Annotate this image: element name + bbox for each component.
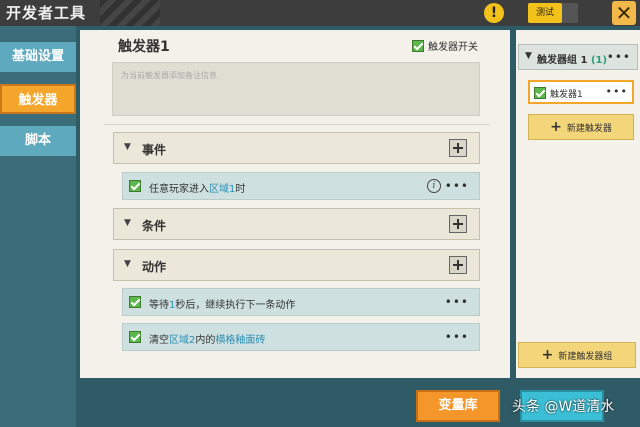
event-item[interactable]: 任意玩家进入区域1时 i ••• xyxy=(122,172,480,200)
warning-icon[interactable]: ! xyxy=(484,3,504,23)
plus-icon: + xyxy=(550,119,562,135)
app-title: 开发者工具 xyxy=(6,4,87,22)
watermark: 头条 @W道清水 xyxy=(512,399,615,415)
new-trigger-group-button[interactable]: + 新建触发器组 xyxy=(518,342,636,368)
test-toggle-label: 测试 xyxy=(528,3,562,23)
trigger-group-label: 触发器组 1 (1) xyxy=(537,55,608,66)
trigger-list-item[interactable]: 触发器1 ••• xyxy=(528,80,634,104)
more-options-icon[interactable]: ••• xyxy=(445,330,469,344)
trigger-group[interactable]: ▼ 触发器组 1 (1) ••• xyxy=(518,44,638,70)
tab-basic-settings[interactable]: 基础设置 xyxy=(0,42,76,72)
add-action-button[interactable] xyxy=(449,256,467,274)
test-toggle[interactable]: 测试 xyxy=(528,3,578,23)
note-placeholder: 为当前触发器添加备注信息 xyxy=(121,71,217,80)
more-options-icon[interactable]: ••• xyxy=(606,85,628,98)
section-actions[interactable]: ▼ 动作 xyxy=(113,249,480,281)
event-region-link[interactable]: 区域1 xyxy=(209,184,235,195)
more-options-icon[interactable]: ••• xyxy=(445,179,469,193)
action-item[interactable]: 清空区域2内的横格釉面砖 ••• xyxy=(122,323,480,351)
event-item-checkbox[interactable] xyxy=(129,180,141,192)
new-trigger-button[interactable]: + 新建触发器 xyxy=(528,114,634,140)
trigger-list-label: 触发器1 xyxy=(550,90,583,100)
trigger-switch-label: 触发器开关 xyxy=(428,42,478,53)
action-item-text: 清空区域2内的横格釉面砖 xyxy=(149,335,266,346)
section-label: 动作 xyxy=(142,260,167,274)
more-options-icon[interactable]: ••• xyxy=(445,295,469,309)
collapse-arrow-icon[interactable]: ▼ xyxy=(124,142,131,152)
action-item-text: 等待1秒后，继续执行下一条动作 xyxy=(149,300,296,311)
add-event-button[interactable] xyxy=(449,139,467,157)
action-item[interactable]: 等待1秒后，继续执行下一条动作 ••• xyxy=(122,288,480,316)
plus-icon: + xyxy=(541,347,554,363)
tab-script[interactable]: 脚本 xyxy=(0,126,76,156)
more-options-icon[interactable]: ••• xyxy=(607,50,631,64)
trigger-switch-checkbox[interactable] xyxy=(412,39,424,52)
new-trigger-label: 新建触发器 xyxy=(566,123,612,134)
divider xyxy=(104,124,490,125)
collapse-arrow-icon[interactable]: ▼ xyxy=(124,218,131,228)
section-conditions[interactable]: ▼ 条件 xyxy=(113,208,480,240)
tab-triggers[interactable]: 触发器 xyxy=(0,84,76,114)
add-condition-button[interactable] xyxy=(449,215,467,233)
collapse-arrow-icon[interactable]: ▼ xyxy=(124,259,131,269)
chevron-down-icon[interactable]: ▼ xyxy=(525,51,532,61)
close-icon[interactable]: ✕ xyxy=(612,1,636,25)
event-item-text: 任意玩家进入区域1时 xyxy=(149,184,246,195)
info-icon[interactable]: i xyxy=(427,179,441,193)
action-block-link[interactable]: 横格釉面砖 xyxy=(215,335,265,346)
action-param-link[interactable]: 区域2 xyxy=(169,335,195,346)
action-item-checkbox[interactable] xyxy=(129,331,141,343)
section-events[interactable]: ▼ 事件 xyxy=(113,132,480,164)
trigger-switch[interactable]: 触发器开关 xyxy=(412,38,478,53)
trigger-title: 触发器1 xyxy=(118,39,170,55)
note-input[interactable]: 为当前触发器添加备注信息 xyxy=(112,62,480,116)
action-item-checkbox[interactable] xyxy=(129,296,141,308)
trigger-checkbox[interactable] xyxy=(534,87,546,99)
variable-library-button[interactable]: 变量库 xyxy=(416,390,500,422)
section-label: 条件 xyxy=(142,219,167,233)
new-trigger-group-label: 新建触发器组 xyxy=(558,351,613,362)
section-label: 事件 xyxy=(142,143,167,157)
